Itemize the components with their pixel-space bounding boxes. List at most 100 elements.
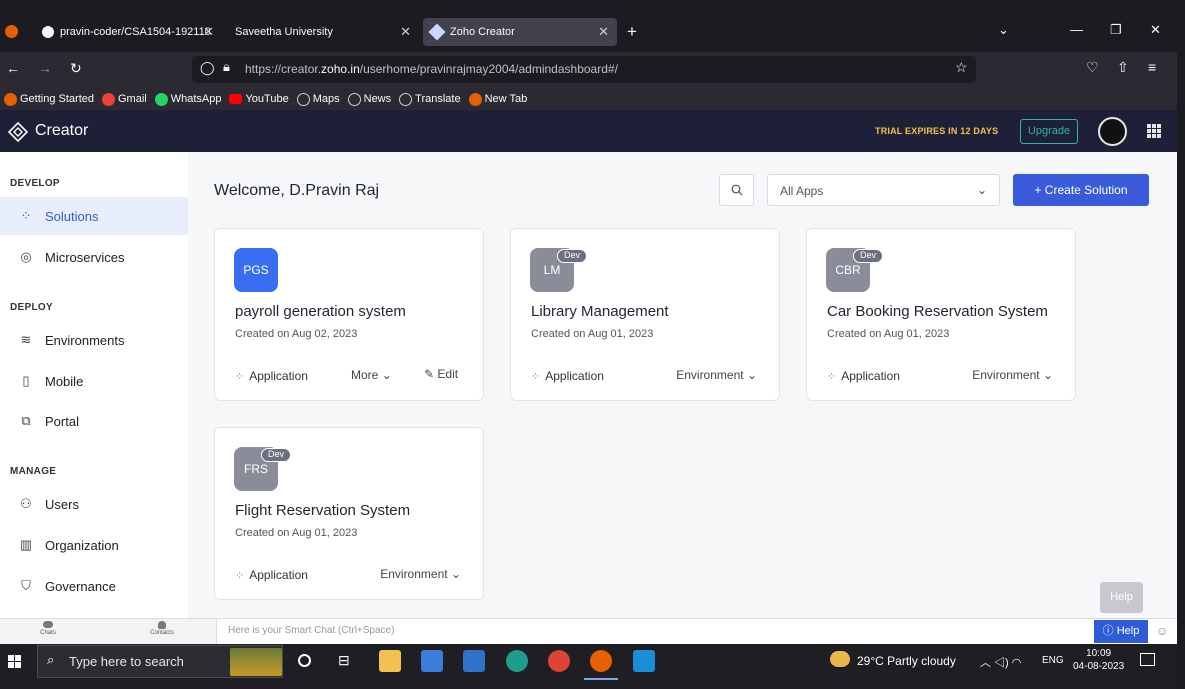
mail-icon[interactable] xyxy=(463,650,485,672)
firefox-icon[interactable] xyxy=(590,650,612,672)
sidebar-item-environments[interactable]: ≋ Environments xyxy=(0,321,188,359)
tab-github[interactable]: pravin-coder/CSA1504-1921101 ✕ xyxy=(34,18,222,46)
solution-card[interactable]: CBR Dev Car Booking Reservation System C… xyxy=(806,228,1076,401)
virtualbox-icon[interactable] xyxy=(633,650,655,672)
forward-icon[interactable]: → xyxy=(38,60,52,76)
taskbar-clock[interactable]: 10:09 04-08-2023 xyxy=(1073,647,1124,673)
tab-label: Zoho Creator xyxy=(450,26,515,38)
task-view-icon[interactable]: ⊟ xyxy=(338,652,350,669)
app-name[interactable]: Car Booking Reservation System xyxy=(827,303,1048,320)
store-icon[interactable] xyxy=(421,650,443,672)
back-icon[interactable]: ← xyxy=(6,60,20,76)
application-icon: ⁘ xyxy=(531,370,541,383)
dev-badge: Dev xyxy=(557,249,588,263)
more-dropdown[interactable]: More ⌄ xyxy=(351,368,392,382)
bookmark-star-icon[interactable]: ☆ xyxy=(955,59,968,76)
app-launcher-icon[interactable] xyxy=(1147,124,1161,138)
apps-filter-select[interactable]: All Apps ⌄ xyxy=(767,174,1000,206)
tab-zoho-creator[interactable]: Zoho Creator ✕ xyxy=(423,18,617,46)
reload-icon[interactable]: ↻ xyxy=(70,60,82,77)
list-tabs-icon[interactable]: ⌄ xyxy=(998,22,1009,38)
windows-start-icon[interactable] xyxy=(8,655,21,668)
solution-card[interactable]: FRS Dev Flight Reservation System Create… xyxy=(214,427,484,600)
close-window-icon[interactable]: ✕ xyxy=(1150,22,1161,38)
close-tab-icon[interactable]: ✕ xyxy=(400,24,411,40)
active-app-indicator xyxy=(584,678,618,680)
bot-icon[interactable]: ☺ xyxy=(1156,624,1168,638)
sidebar-section-deploy: DEPLOY xyxy=(10,302,53,313)
environment-dropdown[interactable]: Environment ⌄ xyxy=(380,567,461,581)
bookmark-translate[interactable]: Translate xyxy=(399,92,461,106)
url-text[interactable]: https://creator.zoho.in/userhome/pravinr… xyxy=(245,62,618,76)
extensions-icon[interactable]: ⇧ xyxy=(1117,59,1129,76)
creator-logo-icon[interactable] xyxy=(8,122,28,142)
city-illustration-icon xyxy=(230,648,282,676)
sidebar-item-portal[interactable]: ⧉ Portal xyxy=(0,402,188,440)
weather-text[interactable]: 29°C Partly cloudy xyxy=(857,654,956,668)
sidebar-item-governance[interactable]: ⛉ Governance xyxy=(0,567,188,605)
bookmark-getting-started[interactable]: Getting Started xyxy=(4,92,94,106)
environment-dropdown[interactable]: Environment ⌄ xyxy=(676,368,757,382)
solution-card[interactable]: LM Dev Library Management Created on Aug… xyxy=(510,228,780,401)
bookmark-gmail[interactable]: Gmail xyxy=(102,92,147,106)
bookmark-new-tab[interactable]: New Tab xyxy=(468,92,527,106)
sidebar-item-mobile[interactable]: ▯ Mobile xyxy=(0,362,188,400)
chats-button[interactable]: Chats xyxy=(33,621,63,636)
sidebar-item-users[interactable]: ⚇ Users xyxy=(0,485,188,523)
bookmark-maps[interactable]: Maps xyxy=(296,92,340,106)
chrome-icon[interactable] xyxy=(548,650,570,672)
upgrade-button[interactable]: Upgrade xyxy=(1020,119,1078,144)
edit-button[interactable]: ✎ Edit xyxy=(424,367,458,381)
sidebar-item-solutions[interactable]: ⁘ Solutions xyxy=(0,197,188,235)
youtube-icon xyxy=(229,94,243,104)
new-tab-icon[interactable]: + xyxy=(627,22,637,42)
application-icon: ⁘ xyxy=(235,370,245,383)
smart-chat-input[interactable]: Here is your Smart Chat (Ctrl+Space) xyxy=(228,625,394,636)
close-tab-icon[interactable]: ✕ xyxy=(203,24,214,40)
whatsapp-icon xyxy=(154,92,168,106)
creator-header xyxy=(0,110,1177,152)
tab-saveetha[interactable]: Saveetha University ✕ xyxy=(227,18,419,46)
contacts-button[interactable]: Contacts xyxy=(147,621,177,636)
environments-icon: ≋ xyxy=(20,332,32,347)
cortana-icon[interactable] xyxy=(298,654,311,667)
sidebar-item-organization[interactable]: ▥ Organization xyxy=(0,526,188,564)
app-name[interactable]: payroll generation system xyxy=(235,303,406,320)
create-solution-button[interactable]: + Create Solution xyxy=(1013,174,1149,206)
bookmark-youtube[interactable]: YouTube xyxy=(229,93,289,105)
help-button[interactable]: ⓘ Help xyxy=(1094,620,1148,643)
created-date: Created on Aug 01, 2023 xyxy=(235,527,358,539)
bookmark-whatsapp[interactable]: WhatsApp xyxy=(154,92,221,106)
notifications-icon[interactable] xyxy=(1140,653,1155,666)
created-date: Created on Aug 02, 2023 xyxy=(235,328,358,340)
minimize-icon[interactable]: — xyxy=(1070,22,1083,37)
avatar[interactable] xyxy=(1098,117,1127,146)
chevron-down-icon: ⌄ xyxy=(450,567,461,581)
menu-icon[interactable]: ≡ xyxy=(1148,59,1156,75)
governance-icon: ⛉ xyxy=(21,578,31,593)
edge-icon[interactable] xyxy=(506,650,528,672)
environment-dropdown[interactable]: Environment ⌄ xyxy=(972,368,1053,382)
firefox-icon[interactable] xyxy=(5,25,18,38)
bookmark-news[interactable]: News xyxy=(347,92,391,106)
globe-icon xyxy=(296,92,310,106)
file-explorer-icon[interactable] xyxy=(379,650,401,672)
users-icon: ⚇ xyxy=(20,496,32,511)
firefox-icon xyxy=(468,92,482,106)
pocket-icon[interactable]: ♡ xyxy=(1086,59,1099,76)
system-tray-icons[interactable]: ︿ ◁) ◠ xyxy=(980,654,1021,670)
taskbar-search-placeholder[interactable]: Type here to search xyxy=(69,654,184,669)
app-name[interactable]: Creator xyxy=(35,122,88,140)
language-indicator[interactable]: ENG xyxy=(1042,655,1064,666)
solution-card[interactable]: PGS payroll generation system Created on… xyxy=(214,228,484,401)
zoho-creator-favicon xyxy=(428,23,446,41)
tracking-protection-icon[interactable]: ◯ xyxy=(200,60,215,76)
close-tab-icon[interactable]: ✕ xyxy=(598,24,609,40)
search-button[interactable] xyxy=(719,174,754,206)
tab-label: Saveetha University xyxy=(235,26,333,38)
app-name[interactable]: Flight Reservation System xyxy=(235,502,410,519)
app-name[interactable]: Library Management xyxy=(531,303,669,320)
restore-icon[interactable]: ❐ xyxy=(1110,22,1122,38)
lock-icon[interactable]: 🔒︎ xyxy=(223,59,230,75)
sidebar-item-microservices[interactable]: ◎ Microservices xyxy=(0,238,188,276)
